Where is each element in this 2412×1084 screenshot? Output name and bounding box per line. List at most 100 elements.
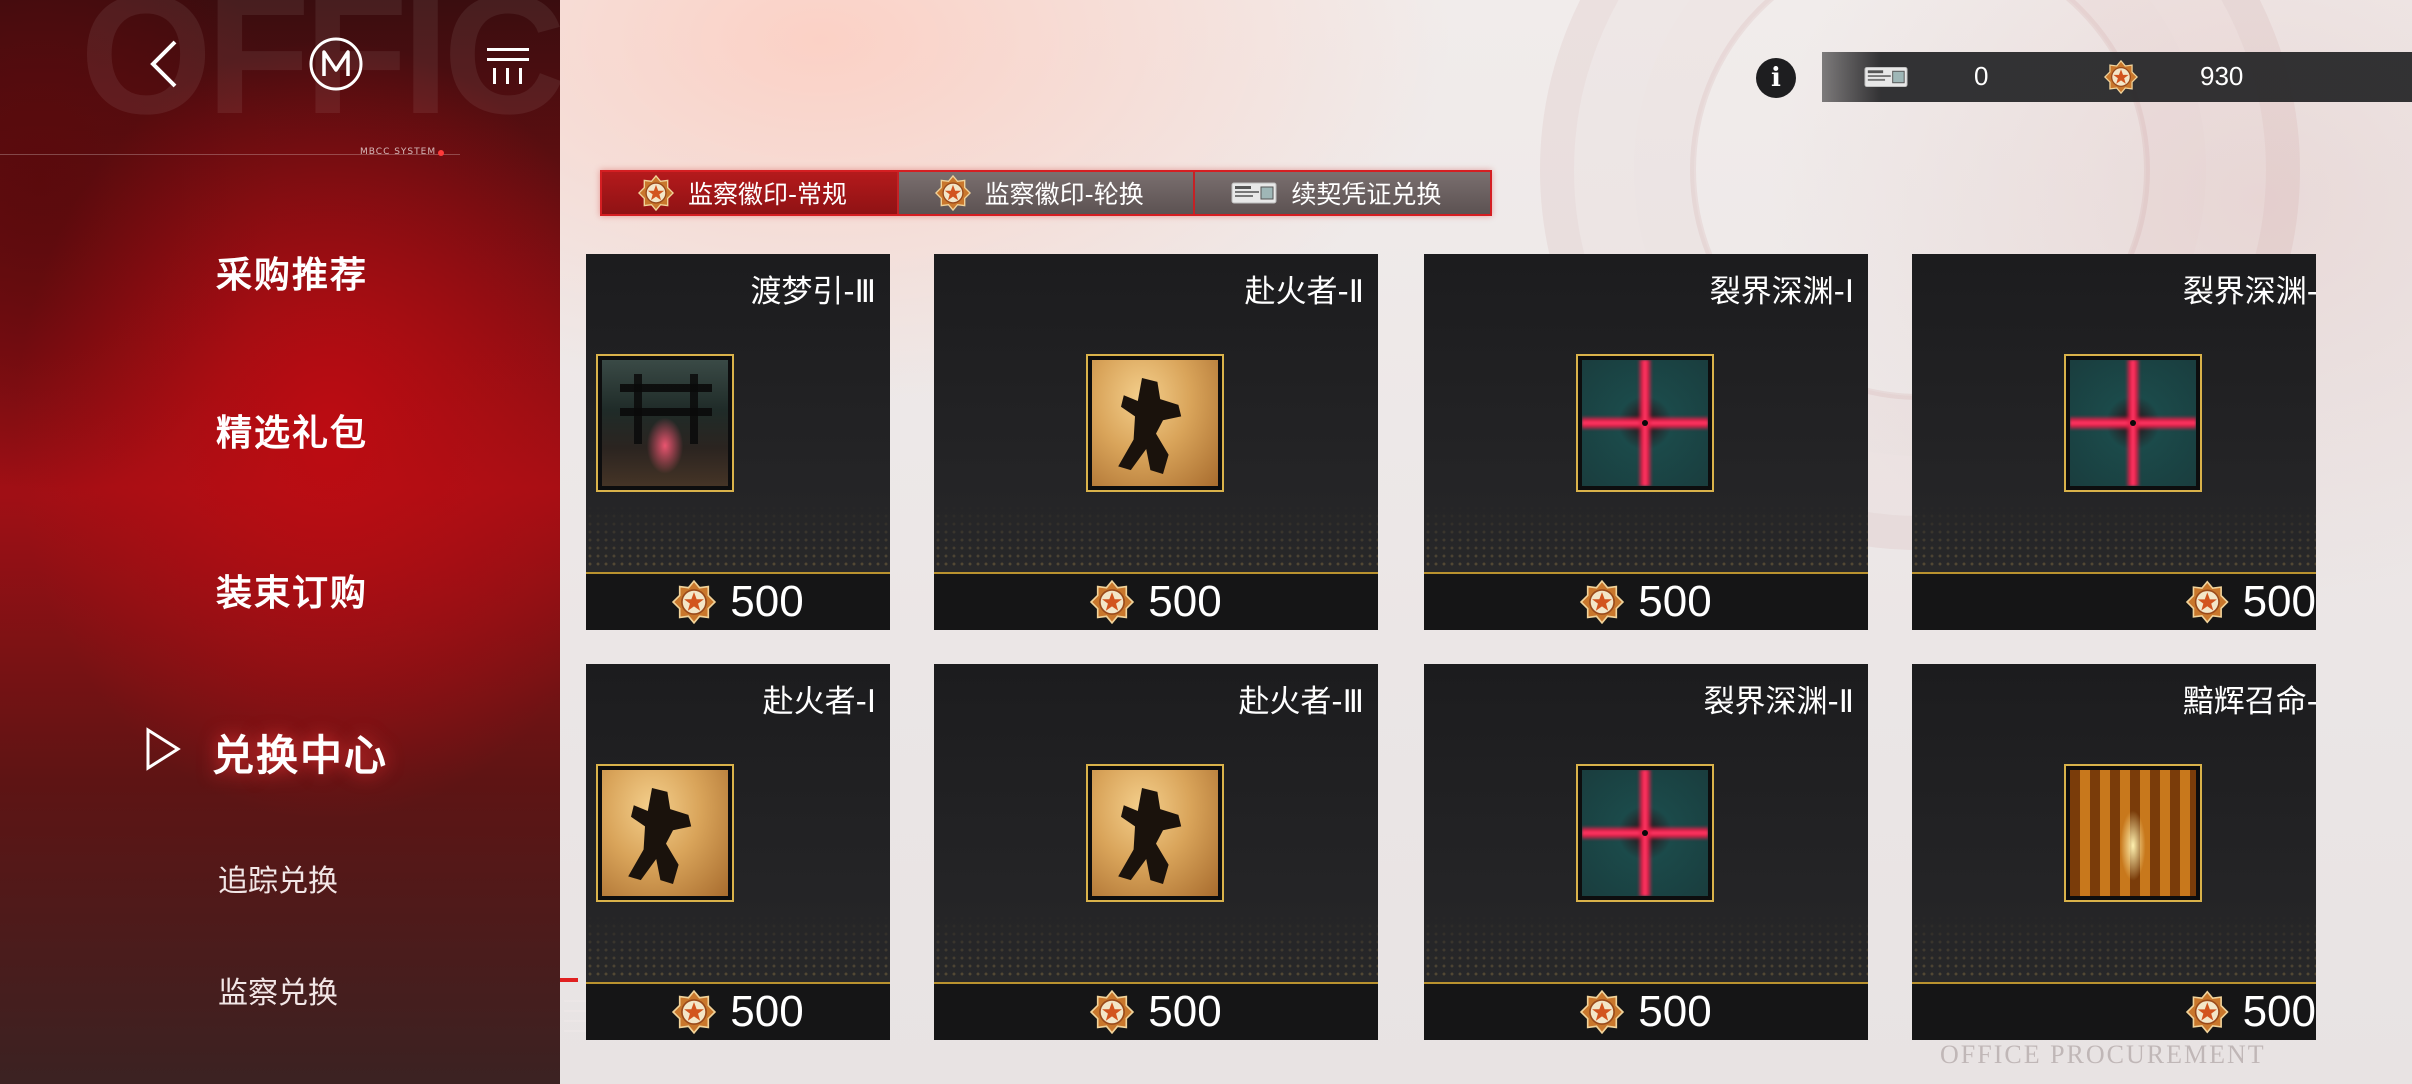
badge-icon [935, 175, 971, 211]
badge-icon [1090, 990, 1134, 1034]
item-card[interactable]: 裂界深渊-Ⅰ 500 [1424, 254, 1868, 630]
status-dot [438, 150, 444, 156]
tab-label: 监察徽印-轮换 [984, 180, 1144, 209]
tab-badge-regular[interactable]: 监察徽印-常规 [602, 172, 899, 214]
item-card[interactable]: 黯辉召命- 500 [1912, 664, 2316, 1040]
item-price-bar: 500 [586, 572, 890, 630]
item-price: 500 [730, 987, 804, 1036]
logo-m-icon [309, 37, 363, 91]
item-art [1582, 360, 1708, 486]
info-icon: i [1771, 63, 1781, 93]
badge-icon [1580, 990, 1624, 1034]
sidebar-subitem-more[interactable]: ... [218, 1070, 247, 1084]
tab-label: 续契凭证兑换 [1291, 180, 1442, 209]
item-price: 500 [730, 577, 804, 626]
tab-badge-rotation[interactable]: 监察徽印-轮换 [898, 172, 1196, 214]
item-price: 500 [1148, 577, 1222, 626]
card-pattern [1912, 504, 2316, 570]
badge-icon [638, 175, 674, 211]
item-price-bar: 500 [586, 982, 890, 1040]
active-arrow-icon [146, 727, 181, 771]
sidebar-subitem-tracking[interactable]: 追踪兑换 [218, 856, 338, 900]
card-pattern [1424, 914, 1868, 980]
sidebar: OFFICE PROCUREMENT MBCC SYSTEM 采购推荐 精选礼包… [0, 0, 560, 1084]
item-title: 赴火者-Ⅲ [1238, 684, 1364, 720]
item-price-bar: 500 [934, 982, 1378, 1040]
item-image [2064, 354, 2202, 492]
sidebar-item-packs[interactable]: 精选礼包 [216, 404, 368, 456]
item-art [1092, 770, 1218, 896]
sidebar-item-outfits[interactable]: 装束订购 [216, 564, 368, 616]
badge-count: 930 [2200, 61, 2244, 91]
item-title: 黯辉召命- [2182, 684, 2316, 720]
scroll-accent [560, 978, 578, 982]
ticket-icon [1864, 65, 1908, 89]
item-card[interactable]: 赴火者-Ⅱ 500 [934, 254, 1378, 630]
item-image [1576, 764, 1714, 902]
ticket-icon [1231, 181, 1277, 205]
item-title: 裂界深渊- [2182, 274, 2316, 310]
badge-icon [2186, 990, 2229, 1034]
badge-icon [672, 580, 716, 624]
info-button[interactable]: i [1756, 58, 1796, 98]
tab-bar: 监察徽印-常规 监察徽印-轮换 续契凭证兑换 [600, 170, 1492, 216]
badge-icon [672, 990, 716, 1034]
item-price-bar: 500 [1424, 572, 1868, 630]
item-price: 500 [1638, 987, 1712, 1036]
item-art [2070, 770, 2196, 896]
item-card[interactable]: 裂界深渊-Ⅱ 500 [1424, 664, 1868, 1040]
badge-icon [2104, 60, 2138, 94]
item-card[interactable]: 赴火者-Ⅲ 500 [934, 664, 1378, 1040]
sidebar-subitem-inspection[interactable]: 监察兑换 [218, 968, 338, 1012]
sidebar-item-exchange[interactable]: 兑换中心 [212, 722, 388, 783]
item-price-bar: 500 [1424, 982, 1868, 1040]
voucher-count: 0 [1974, 61, 1989, 91]
item-image [1086, 764, 1224, 902]
currency-bar: 0 930 [1822, 52, 2412, 102]
item-title: 裂界深渊-Ⅰ [1709, 274, 1854, 310]
badge-icon [1580, 580, 1624, 624]
item-title: 赴火者-Ⅱ [1244, 274, 1364, 310]
item-card[interactable]: 裂界深渊- 500 [1912, 254, 2316, 630]
item-art [2070, 360, 2196, 486]
card-pattern [1912, 914, 2316, 980]
logo-button[interactable] [306, 34, 366, 94]
footer-watermark: OFFICE PROCUREMENT [1940, 1040, 2266, 1069]
item-price: 500 [1638, 577, 1712, 626]
item-art [1582, 770, 1708, 896]
back-button[interactable] [138, 34, 190, 94]
item-title: 渡梦引-Ⅲ [750, 274, 876, 310]
item-price: 500 [1148, 987, 1222, 1036]
item-image [596, 354, 734, 492]
item-title: 赴火者-Ⅰ [762, 684, 876, 720]
card-pattern [1424, 504, 1868, 570]
menu-button[interactable] [482, 38, 534, 92]
card-pattern [586, 504, 890, 570]
card-pattern [586, 914, 890, 980]
item-image [596, 764, 734, 902]
item-price: 500 [2242, 577, 2316, 626]
chevron-left-icon [150, 40, 177, 88]
item-title: 裂界深渊-Ⅱ [1703, 684, 1854, 720]
item-image [1086, 354, 1224, 492]
item-price-bar: 500 [1912, 572, 2316, 630]
tab-label: 监察徽印-常规 [688, 180, 848, 209]
item-price-bar: 500 [1912, 982, 2316, 1040]
item-image [2064, 764, 2202, 902]
item-card[interactable]: 渡梦引-Ⅲ 500 [586, 254, 890, 630]
item-art [1092, 360, 1218, 486]
card-pattern [934, 504, 1378, 570]
item-art [602, 770, 728, 896]
menu-icon [487, 48, 529, 84]
badge-icon [1090, 580, 1134, 624]
card-pattern [934, 914, 1378, 980]
item-price: 500 [2242, 987, 2316, 1036]
item-image [1576, 354, 1714, 492]
badge-icon [2186, 580, 2229, 624]
item-art [602, 360, 728, 486]
tab-voucher-exchange[interactable]: 续契凭证兑换 [1195, 172, 1491, 214]
sidebar-item-recommend[interactable]: 采购推荐 [216, 246, 368, 298]
item-card[interactable]: 赴火者-Ⅰ 500 [586, 664, 890, 1040]
item-price-bar: 500 [934, 572, 1378, 630]
system-label: MBCC SYSTEM [360, 147, 437, 157]
